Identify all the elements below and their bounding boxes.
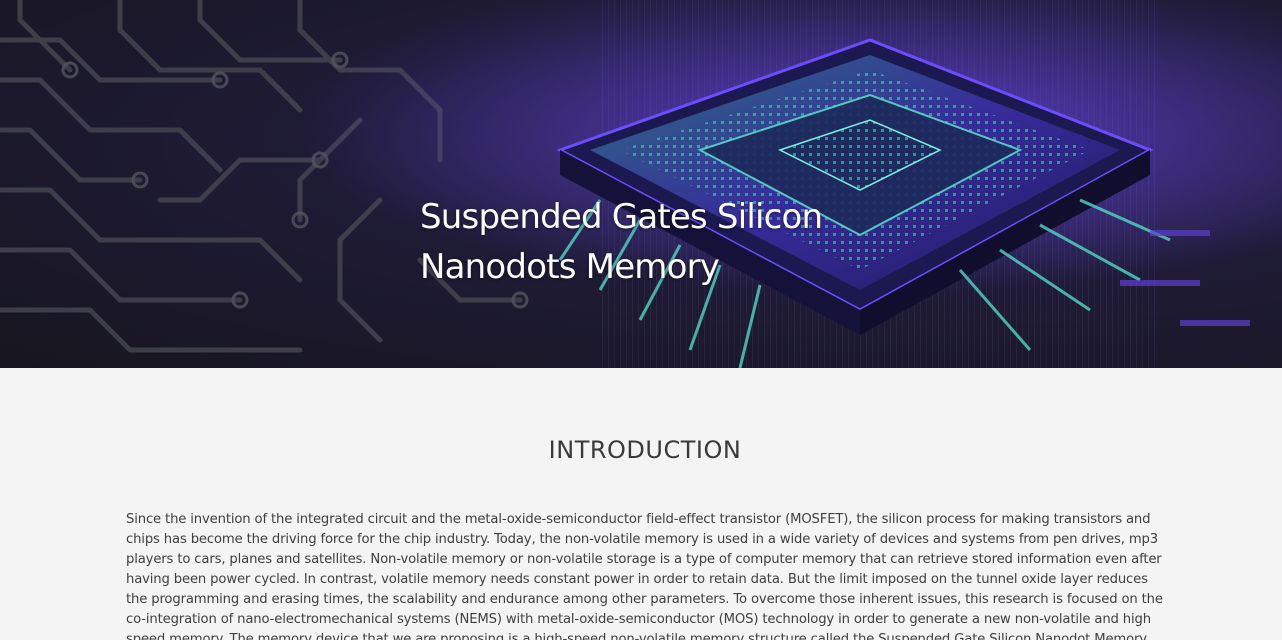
circuit-chip-image [0, 0, 1282, 368]
introduction-heading: INTRODUCTION [548, 436, 742, 464]
introduction-paragraph: Since the invention of the integrated ci… [126, 512, 1163, 640]
introduction-section: INTRODUCTION Since the invention of the … [0, 368, 1282, 640]
page-title-line-2: Nanodots Memory [420, 247, 720, 287]
page-title-line-1: Suspended Gates Silicon [420, 197, 823, 237]
hero-banner: Suspended Gates Silicon Nanodots Memory [0, 0, 1282, 368]
page-title: Suspended Gates Silicon Nanodots Memory [420, 192, 880, 292]
